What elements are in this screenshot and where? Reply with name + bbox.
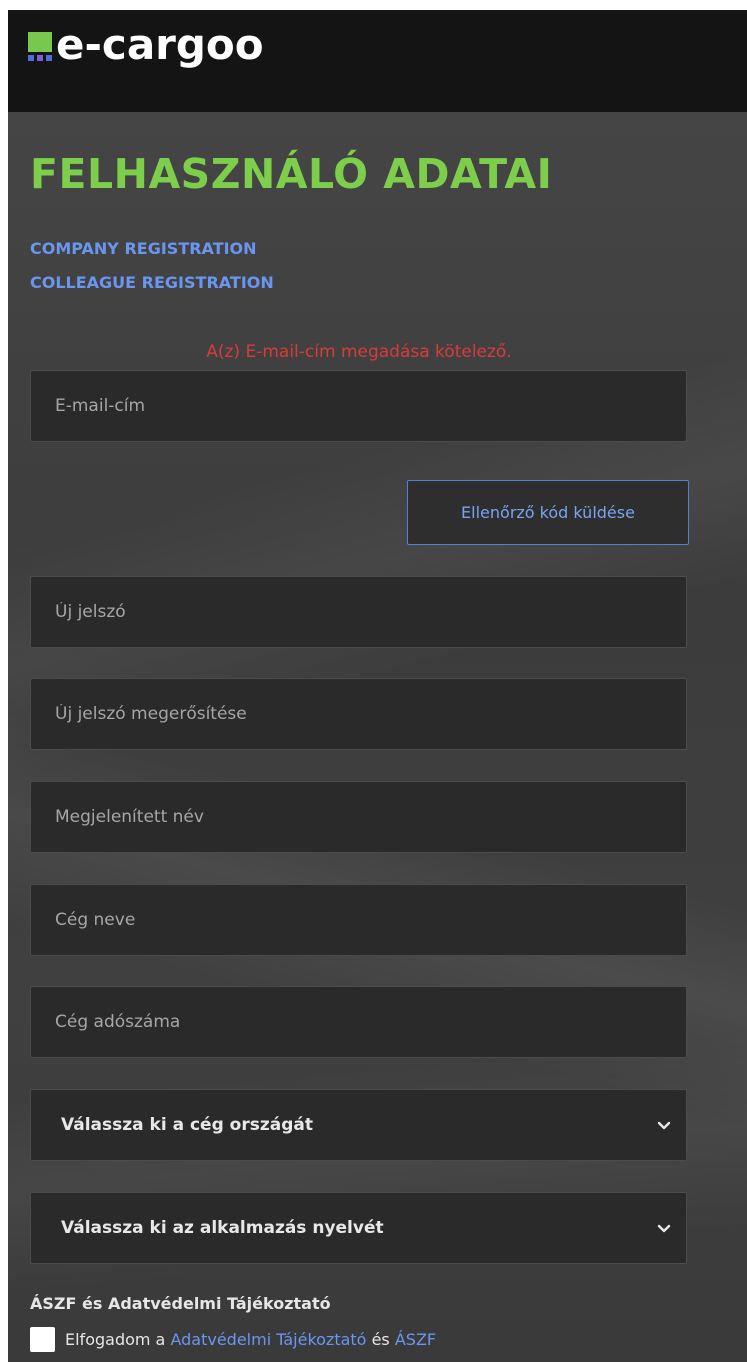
accept-prefix-text: Elfogadom a (65, 1330, 166, 1349)
country-select-value: Válassza ki a cég országát (61, 1115, 313, 1135)
confirm-password-input[interactable] (31, 679, 686, 749)
brand-name: e-cargoo (56, 20, 264, 69)
logo-mark-icon (28, 32, 52, 62)
company-name-field[interactable] (30, 884, 687, 956)
brand-logo[interactable]: e-cargoo (28, 24, 264, 66)
accept-terms-checkbox[interactable] (30, 1327, 55, 1352)
company-name-input[interactable] (31, 885, 686, 955)
language-select[interactable]: Válassza ki az alkalmazás nyelvét (30, 1192, 687, 1264)
terms-link[interactable]: ÁSZF (395, 1330, 436, 1349)
email-input[interactable] (31, 371, 686, 441)
country-select[interactable]: Válassza ki a cég országát (30, 1089, 687, 1161)
email-required-error: A(z) E-mail-cím megadása kötelező. (206, 342, 512, 362)
accept-terms-label: Elfogadom a Adatvédelmi Tájékoztató és Á… (65, 1330, 436, 1349)
privacy-policy-link[interactable]: Adatvédelmi Tájékoztató (170, 1330, 366, 1349)
company-tax-number-field[interactable] (30, 986, 687, 1058)
display-name-input[interactable] (31, 782, 686, 852)
language-select-value: Válassza ki az alkalmazás nyelvét (61, 1218, 384, 1238)
chevron-down-icon (657, 1121, 671, 1130)
new-password-field[interactable] (30, 576, 687, 648)
chevron-down-icon (657, 1224, 671, 1233)
top-bar: e-cargoo (8, 10, 747, 112)
terms-heading: ÁSZF és Adatvédelmi Tájékoztató (30, 1294, 331, 1313)
company-registration-link[interactable]: COMPANY REGISTRATION (30, 239, 257, 258)
colleague-registration-link[interactable]: COLLEAGUE REGISTRATION (30, 273, 274, 292)
page-title: FELHASZNÁLÓ ADATAI (30, 150, 553, 198)
app-frame: e-cargoo FELHASZNÁLÓ ADATAI COMPANY REGI… (8, 10, 747, 1362)
email-field[interactable] (30, 370, 687, 442)
send-verification-code-button[interactable]: Ellenőrző kód küldése (407, 480, 689, 545)
confirm-password-field[interactable] (30, 678, 687, 750)
company-tax-number-input[interactable] (31, 987, 686, 1057)
new-password-input[interactable] (31, 577, 686, 647)
display-name-field[interactable] (30, 781, 687, 853)
registration-panel: FELHASZNÁLÓ ADATAI COMPANY REGISTRATION … (8, 112, 747, 1362)
conjunction-text: és (371, 1330, 390, 1349)
